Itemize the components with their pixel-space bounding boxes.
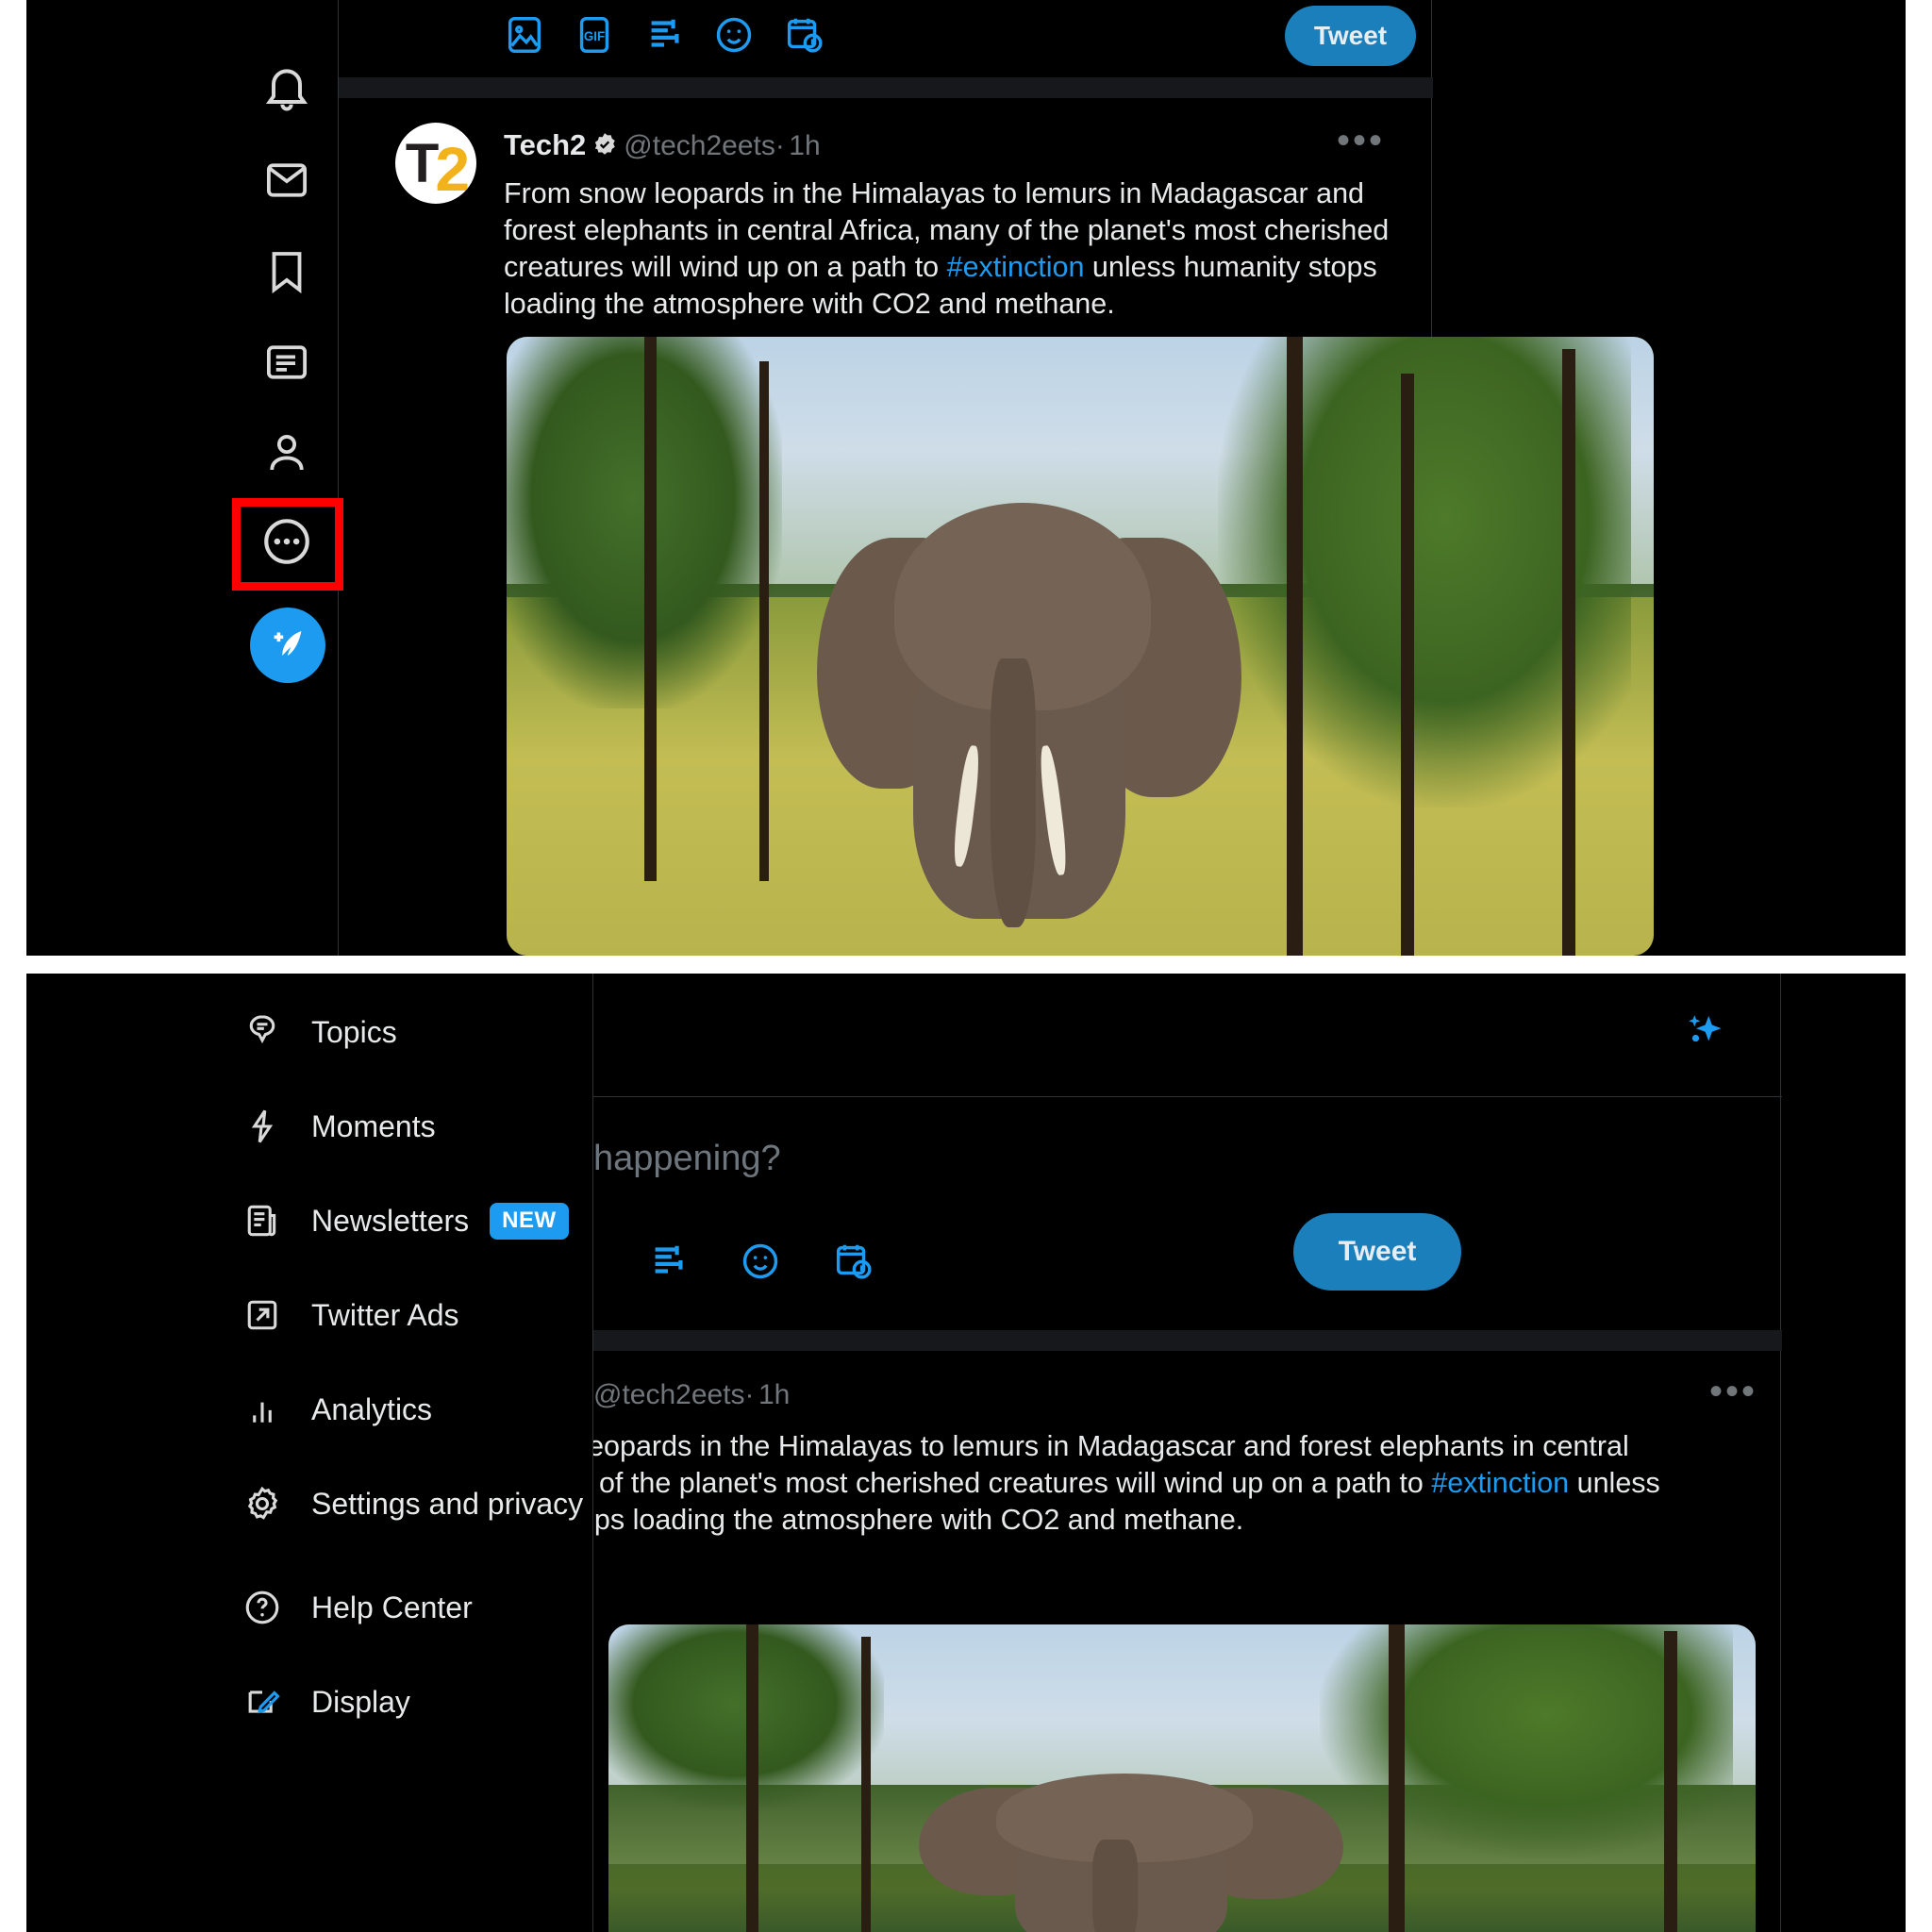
emoji-icon — [739, 1240, 782, 1288]
menu-item-twitter-ads[interactable]: Twitter Ads — [187, 1270, 592, 1360]
lightning-icon — [236, 1106, 289, 1147]
tweet-header: Tech2 @tech2eets· 1h ••• — [504, 122, 1409, 168]
screenshot-root: GIF Tweet T 2 Tech2 @tech2eets· 1h ••• F… — [0, 0, 1932, 1932]
menu-item-label: Help Center — [311, 1590, 473, 1624]
newsletter-icon — [236, 1200, 289, 1241]
menu-item-label: Moments — [311, 1108, 436, 1143]
menu-item-display[interactable]: Display — [187, 1657, 592, 1747]
svg-text:GIF: GIF — [584, 28, 605, 42]
top-screenshot-panel: GIF Tweet T 2 Tech2 @tech2eets· 1h ••• F… — [26, 0, 1906, 956]
menu-item-label: Analytics — [311, 1391, 433, 1426]
menu-item-moments[interactable]: Moments — [187, 1081, 592, 1172]
bar-chart-icon — [236, 1389, 289, 1430]
sidebar-nav-rail — [26, 0, 343, 956]
compose-input-placeholder[interactable]: happening? — [593, 1139, 781, 1179]
sidebar-item-profile[interactable] — [236, 404, 338, 506]
tweet-header: @tech2eets· 1h ••• — [593, 1373, 1782, 1419]
bottom-screenshot-panel: Topics Moments Newsletters NEW Twitter A… — [26, 974, 1906, 1932]
more-button-highlight-box — [232, 498, 343, 591]
tweet-button[interactable]: Tweet — [1293, 1213, 1461, 1291]
schedule-icon — [831, 1240, 874, 1288]
elephant-subject — [817, 485, 1241, 927]
feather-plus-icon — [266, 622, 309, 670]
tweet-separator: · — [744, 1379, 755, 1410]
list-icon — [261, 337, 312, 392]
avatar[interactable]: T2 — [395, 123, 476, 204]
menu-item-label: Newsletters — [311, 1203, 470, 1238]
verified-badge-icon — [591, 131, 618, 158]
gif-button[interactable]: GIF — [569, 11, 620, 62]
panel-divider-gap — [0, 956, 1932, 974]
question-circle-icon — [236, 1587, 289, 1628]
menu-item-analytics[interactable]: Analytics — [187, 1364, 592, 1455]
topics-icon — [236, 1011, 289, 1053]
composer-divider — [593, 1096, 1782, 1097]
menu-item-newsletters[interactable]: Newsletters NEW — [187, 1175, 592, 1266]
tweet-more-options-button[interactable]: ••• — [1337, 122, 1385, 159]
menu-item-label: Topics — [311, 1014, 397, 1049]
new-badge: NEW — [490, 1202, 569, 1240]
sparkle-icon[interactable] — [1674, 1006, 1729, 1060]
display-icon — [236, 1681, 289, 1723]
elephant-subject — [919, 1766, 1343, 1932]
tweet-button[interactable]: Tweet — [1285, 6, 1416, 66]
bottom-timeline-column: happening? Tweet @tech2eets· 1h ••• eopa… — [592, 974, 1782, 1932]
menu-item-label: Settings and privacy — [311, 1486, 584, 1521]
menu-item-label: Display — [311, 1684, 410, 1719]
timeline-separator — [593, 1330, 1782, 1351]
sidebar-item-notifications[interactable] — [236, 40, 338, 142]
schedule-button[interactable] — [778, 11, 829, 62]
menu-item-settings-and-privacy[interactable]: Settings and privacy — [187, 1458, 592, 1549]
menu-item-help-center[interactable]: Help Center — [187, 1562, 592, 1653]
compose-toolbar: GIF Tweet — [339, 0, 1433, 74]
tweet-handle: @tech2eets — [624, 130, 775, 161]
poll-button[interactable] — [642, 1238, 693, 1289]
hashtag-extinction[interactable]: #extinction — [1431, 1467, 1569, 1499]
sidebar-item-bookmarks[interactable] — [236, 222, 338, 324]
sidebar-item-messages[interactable] — [236, 131, 338, 233]
sidebar-item-lists[interactable] — [236, 313, 338, 415]
envelope-icon — [261, 155, 312, 210]
poll-icon — [642, 13, 686, 61]
gif-icon: GIF — [573, 13, 616, 61]
bell-icon — [260, 62, 313, 120]
poll-button[interactable] — [639, 11, 690, 62]
menu-item-topics[interactable]: Topics — [187, 987, 592, 1077]
menu-item-label: Twitter Ads — [311, 1297, 459, 1332]
poll-icon — [646, 1240, 690, 1288]
top-timeline-column: GIF Tweet T 2 Tech2 @tech2eets· 1h ••• F… — [338, 0, 1654, 956]
gear-icon — [236, 1483, 289, 1524]
tweet-timestamp: 1h — [758, 1379, 791, 1410]
schedule-button[interactable] — [827, 1238, 878, 1289]
media-upload-button[interactable] — [499, 11, 550, 62]
tweet-text: From snow leopards in the Himalayas to l… — [504, 175, 1424, 323]
person-icon — [261, 427, 312, 483]
tweet-timestamp: 1h — [789, 130, 821, 161]
schedule-icon — [782, 13, 825, 61]
tweet-separator: · — [774, 130, 785, 161]
compose-tweet-button[interactable] — [250, 608, 325, 683]
more-dropdown-menu: Topics Moments Newsletters NEW Twitter A… — [187, 974, 592, 1932]
bookmark-icon — [261, 245, 312, 301]
image-icon — [503, 13, 546, 61]
tweet-display-name: Tech2 — [504, 128, 587, 161]
avatar-letter-t: T — [405, 132, 439, 194]
timeline-separator — [339, 77, 1433, 98]
emoji-button[interactable] — [735, 1238, 786, 1289]
tweet-card[interactable]: T2 Tech2 @tech2eets· 1h ••• From snow leo… — [339, 98, 1654, 956]
tweet-more-options-button[interactable]: ••• — [1709, 1373, 1757, 1410]
tweet-image[interactable] — [608, 1624, 1756, 1932]
tweet-handle: @tech2eets — [593, 1379, 745, 1410]
avatar-letter-2: 2 — [435, 134, 470, 204]
external-link-icon — [236, 1294, 289, 1336]
tweet-image[interactable] — [507, 337, 1654, 956]
hashtag-extinction[interactable]: #extinction — [947, 251, 1085, 283]
emoji-button[interactable] — [708, 11, 759, 62]
emoji-icon — [712, 13, 756, 61]
